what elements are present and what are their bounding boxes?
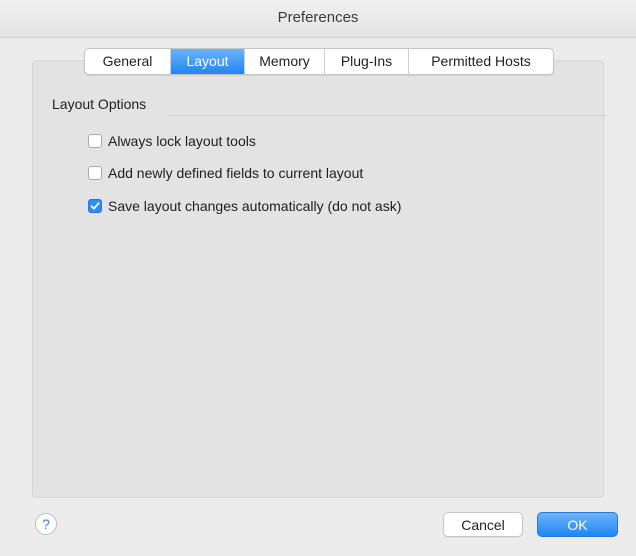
save-layout-changes-option[interactable]: Save layout changes automatically (do no… (88, 198, 401, 214)
tab-layout[interactable]: Layout (171, 49, 245, 74)
tab-plug-ins[interactable]: Plug-Ins (325, 49, 409, 74)
help-button[interactable]: ? (35, 513, 57, 535)
tab-general[interactable]: General (85, 49, 171, 74)
window-title: Preferences (277, 9, 359, 26)
add-new-fields-checkbox[interactable] (88, 166, 102, 180)
ok-button[interactable]: OK (537, 512, 618, 537)
option-label: Add newly defined fields to current layo… (108, 165, 364, 181)
tab-content-panel (32, 60, 604, 498)
always-lock-layout-tools-checkbox[interactable] (88, 134, 102, 148)
save-layout-changes-checkbox[interactable] (88, 199, 102, 213)
preferences-window: Preferences General Layout Memory Plug-I… (0, 0, 636, 556)
help-icon: ? (42, 516, 50, 532)
section-divider (168, 115, 606, 116)
always-lock-layout-tools-option[interactable]: Always lock layout tools (88, 133, 256, 149)
option-label: Always lock layout tools (108, 133, 256, 149)
tab-bar: General Layout Memory Plug-Ins Permitted… (84, 48, 554, 75)
add-new-fields-option[interactable]: Add newly defined fields to current layo… (88, 165, 363, 181)
title-bar[interactable]: Preferences (0, 0, 636, 38)
layout-options-heading: Layout Options (52, 96, 147, 112)
cancel-button[interactable]: Cancel (443, 512, 523, 537)
checkmark-icon (90, 202, 100, 210)
tab-memory[interactable]: Memory (245, 49, 325, 74)
option-label: Save layout changes automatically (do no… (108, 198, 402, 214)
tab-permitted-hosts[interactable]: Permitted Hosts (409, 49, 553, 74)
